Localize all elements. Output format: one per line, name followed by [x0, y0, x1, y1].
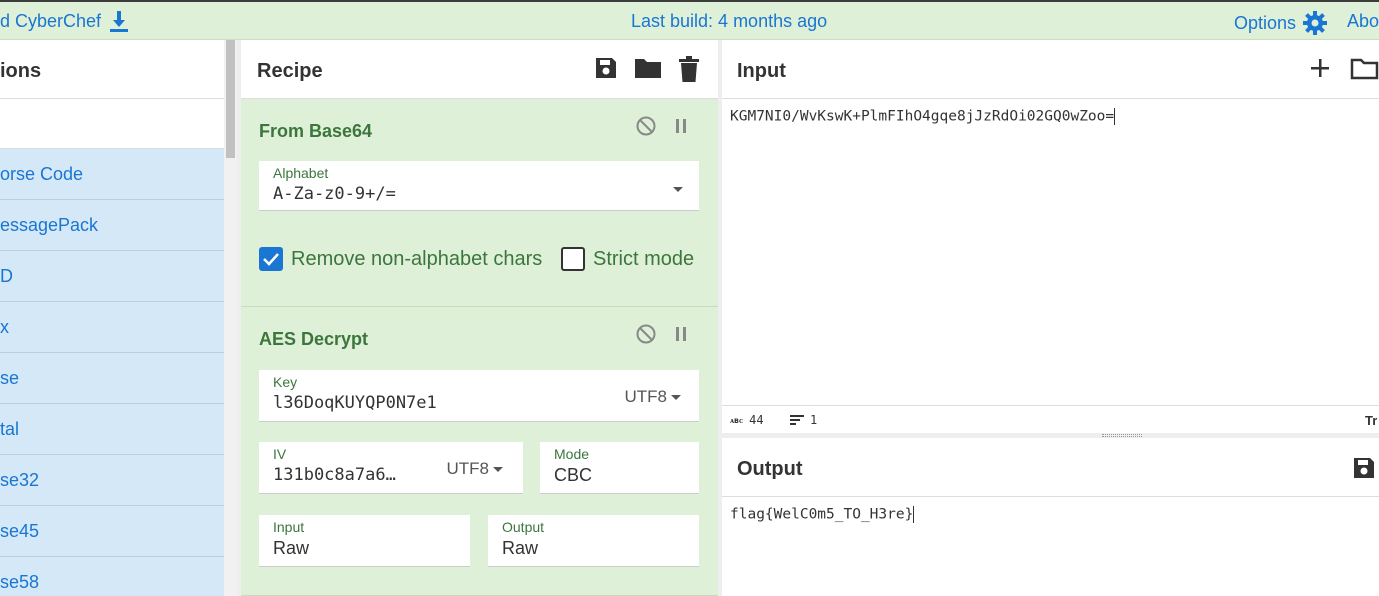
line-count-stat: 1 — [790, 413, 817, 427]
scrollbar-thumb[interactable] — [226, 40, 235, 158]
text-cursor — [1114, 108, 1116, 125]
alphabet-value[interactable]: A-Za-z0-9+/= — [273, 184, 396, 204]
operation-item[interactable]: se32 — [0, 455, 224, 506]
operation-from-base64: From Base64 Alphabet A-Za-z0-9+/= Remove… — [241, 99, 718, 307]
checkbox-unchecked-icon[interactable] — [561, 247, 585, 271]
key-encoding-label[interactable]: UTF8 — [625, 387, 668, 406]
mode-label: Mode — [554, 446, 590, 462]
output-title: Output — [737, 458, 803, 480]
operation-item[interactable]: x — [0, 302, 224, 353]
operation-item[interactable]: se58 — [0, 557, 224, 596]
input-title: Input — [737, 60, 786, 82]
input-textarea[interactable]: KGM7NI0/WvKswK+PlmFIhO4gqe8jJzRdOi02GQ0w… — [730, 108, 1116, 125]
output-format-value[interactable]: Raw — [502, 538, 538, 559]
char-count: 44 — [749, 413, 764, 427]
disable-operation-icon[interactable] — [636, 324, 656, 344]
recipe-title: Recipe — [257, 60, 323, 82]
strict-mode-label[interactable]: Strict mode — [593, 248, 694, 271]
output-header: Output — [722, 438, 1379, 497]
operation-aes-decrypt: AES Decrypt Key l36DoqKUYQP0N7e1 UTF8 IV… — [241, 307, 718, 596]
lines-icon — [790, 414, 804, 426]
chevron-down-icon[interactable] — [671, 395, 681, 401]
disable-operation-icon[interactable] — [636, 116, 656, 136]
operation-item[interactable]: se45 — [0, 506, 224, 557]
input-statusbar: ᴀʙᴄ 44 1 Tr — [722, 405, 1379, 433]
operation-item[interactable]: se — [0, 353, 224, 404]
remove-nonalphabet-checkbox[interactable]: Remove non-alphabet chars — [259, 247, 542, 271]
add-tab-plus-icon[interactable] — [1310, 58, 1330, 78]
operation-title: AES Decrypt — [259, 329, 369, 349]
mode-value[interactable]: CBC — [554, 465, 592, 486]
remove-nonalphabet-label[interactable]: Remove non-alphabet chars — [291, 248, 542, 271]
operations-scrollbar[interactable] — [224, 40, 237, 596]
abc-icon: ᴀʙᴄ — [730, 415, 744, 425]
mode-select[interactable]: Mode CBC — [540, 442, 699, 494]
status-right-label[interactable]: Tr — [1365, 413, 1377, 428]
open-file-folder-icon[interactable] — [1350, 58, 1379, 80]
pause-operation-icon[interactable] — [674, 324, 688, 344]
key-label: Key — [273, 374, 298, 390]
output-textarea[interactable]: flag{WelC0m5_TO_H3re} — [730, 506, 915, 523]
checkbox-checked-icon[interactable] — [259, 247, 283, 271]
key-field[interactable]: Key l36DoqKUYQP0N7e1 UTF8 — [259, 370, 699, 422]
input-format-label: Input — [273, 519, 305, 535]
char-count-stat: ᴀʙᴄ 44 — [730, 413, 764, 427]
text-cursor — [913, 506, 915, 523]
operation-title: From Base64 — [259, 121, 373, 141]
iv-encoding-label[interactable]: UTF8 — [447, 459, 490, 478]
top-banner: d CyberChef Last build: 4 months ago Opt… — [0, 0, 1379, 40]
operation-item[interactable]: D — [0, 251, 224, 302]
input-format-value[interactable]: Raw — [273, 538, 309, 559]
download-label[interactable]: d CyberChef — [0, 11, 101, 32]
output-format-label: Output — [502, 519, 545, 535]
input-text[interactable]: KGM7NI0/WvKswK+PlmFIhO4gqe8jJzRdOi02GQ0w… — [730, 109, 1114, 125]
alphabet-label: Alphabet — [273, 165, 329, 181]
key-encoding-dropdown[interactable]: UTF8 — [625, 387, 681, 407]
output-text[interactable]: flag{WelC0m5_TO_H3re} — [730, 507, 913, 523]
recipe-panel: Recipe From Base64 Alphabet A-Za-z0-9+/=… — [241, 40, 718, 596]
key-input[interactable]: l36DoqKUYQP0N7e1 — [273, 393, 437, 413]
options-button[interactable]: Options — [1234, 10, 1328, 36]
strict-mode-checkbox[interactable]: Strict mode — [561, 247, 694, 271]
operations-panel: ions orse Code essagePack D x se tal se3… — [0, 40, 224, 596]
gear-icon[interactable] — [1302, 10, 1328, 36]
last-build-text: Last build: 4 months ago — [631, 11, 828, 31]
operations-search-input[interactable] — [0, 99, 224, 149]
save-recipe-icon[interactable] — [594, 56, 618, 82]
save-output-icon[interactable] — [1352, 456, 1376, 480]
operations-list: orse Code essagePack D x se tal se32 se4… — [0, 149, 224, 596]
chevron-down-icon[interactable] — [669, 179, 683, 199]
chevron-down-icon[interactable] — [493, 467, 503, 473]
clear-recipe-trash-icon[interactable] — [678, 56, 700, 82]
operation-item[interactable]: tal — [0, 404, 224, 455]
line-count: 1 — [810, 413, 818, 427]
download-cyberchef-link[interactable]: d CyberChef — [0, 10, 129, 32]
iv-input[interactable]: 131b0c8a7a6… — [273, 465, 396, 485]
options-label[interactable]: Options — [1234, 13, 1296, 34]
iv-field[interactable]: IV 131b0c8a7a6… UTF8 — [259, 442, 523, 494]
alphabet-select[interactable]: Alphabet A-Za-z0-9+/= — [259, 161, 699, 211]
pause-operation-icon[interactable] — [674, 116, 688, 136]
load-recipe-folder-icon[interactable] — [634, 56, 662, 82]
operation-item[interactable]: orse Code — [0, 149, 224, 200]
resize-grip-icon[interactable] — [1102, 434, 1142, 437]
iv-label: IV — [273, 446, 287, 462]
download-icon[interactable] — [109, 10, 129, 32]
operations-title: ions — [0, 40, 224, 99]
output-format-select[interactable]: Output Raw — [488, 515, 699, 567]
operation-item[interactable]: essagePack — [0, 200, 224, 251]
io-panel: Input KGM7NI0/WvKswK+PlmFIhO4gqe8jJzRdOi… — [722, 40, 1379, 596]
recipe-header: Recipe — [241, 40, 718, 99]
about-link[interactable]: Abo — [1347, 11, 1379, 32]
input-format-select[interactable]: Input Raw — [259, 515, 470, 567]
iv-encoding-dropdown[interactable]: UTF8 — [447, 459, 503, 479]
input-header: Input — [722, 40, 1379, 99]
